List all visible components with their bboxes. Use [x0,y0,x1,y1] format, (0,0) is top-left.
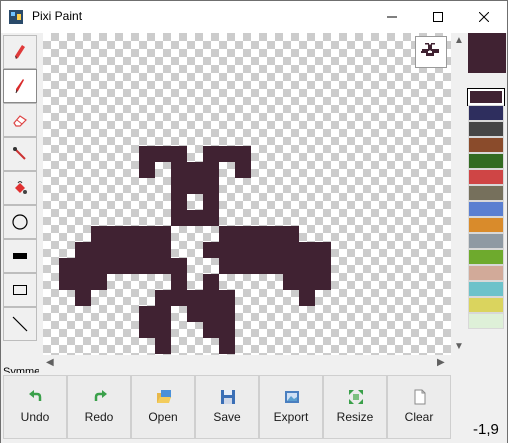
tool-circle[interactable] [3,205,37,239]
palette-swatch[interactable] [468,233,504,249]
export-button[interactable]: Export [259,375,323,439]
scroll-up-icon[interactable]: ▲ [454,35,464,46]
pen-icon [15,79,24,94]
palette-swatch[interactable] [468,153,504,169]
filled-rectangle-icon [13,253,27,259]
tool-line[interactable] [3,307,37,341]
tool-bar: Symme [1,33,39,378]
minimize-button[interactable] [369,1,415,33]
undo-icon [29,390,42,401]
clear-label: Clear [404,410,434,424]
palette-swatch[interactable] [467,88,505,106]
undo-button[interactable]: Undo [3,375,67,439]
palette-swatch[interactable] [468,217,504,233]
horizontal-scrollbar[interactable]: ◀ ▶ [43,355,451,370]
palette-swatch[interactable] [468,281,504,297]
scroll-right-icon[interactable]: ▶ [437,357,445,368]
rectangle-icon [13,285,27,295]
eyedropper-icon [13,147,26,160]
line-icon [12,316,28,332]
preview-thumbnail [415,36,447,68]
palette-swatch[interactable] [468,297,504,313]
tool-rectangle[interactable] [3,273,37,307]
palette-swatch[interactable] [468,313,504,329]
tool-pencil[interactable] [3,35,37,69]
maximize-icon [433,12,443,22]
open-folder-icon [157,390,171,403]
save-icon [221,390,235,404]
export-image-icon [285,391,299,403]
circle-icon [12,214,28,230]
fill-bucket-icon [15,181,27,194]
color-palette [466,33,507,373]
export-label: Export [273,410,309,424]
scroll-down-icon[interactable]: ▼ [454,341,464,352]
scroll-corner [451,355,466,370]
palette-swatch[interactable] [468,169,504,185]
resize-icon [349,390,363,404]
resize-button[interactable]: Resize [323,375,387,439]
app-window: Pixi Paint Symme ▲ ▼ ◀ ▶ Undo Redo Open … [0,0,508,443]
minimize-icon [387,16,397,18]
open-button[interactable]: Open [131,375,195,439]
open-label: Open [148,410,178,424]
redo-icon [94,390,107,401]
save-label: Save [213,410,241,424]
clear-button[interactable]: Clear [387,375,451,439]
cursor-coordinates: -1,9 [473,421,499,438]
palette-swatch[interactable] [468,137,504,153]
tool-filled-rectangle[interactable] [3,239,37,273]
palette-swatch[interactable] [468,201,504,217]
scroll-left-icon[interactable]: ◀ [46,357,54,368]
close-icon [479,12,489,22]
redo-label: Redo [84,410,114,424]
maximize-button[interactable] [415,1,461,33]
palette-swatch[interactable] [468,265,504,281]
tool-eyedropper[interactable] [3,137,37,171]
tool-fill-bucket[interactable] [3,171,37,205]
clear-document-icon [414,389,426,405]
undo-label: Undo [20,410,50,424]
current-color[interactable] [468,33,506,73]
palette-swatch[interactable] [468,105,504,121]
palette-swatch[interactable] [468,185,504,201]
action-bar: Undo Redo Open Save Export Resize Clear [1,373,507,443]
palette-swatch[interactable] [468,249,504,265]
tool-pen[interactable] [3,69,37,103]
close-button[interactable] [461,1,507,33]
resize-label: Resize [336,410,374,424]
eraser-icon [13,115,27,127]
redo-button[interactable]: Redo [67,375,131,439]
tool-eraser[interactable] [3,103,37,137]
title-bar: Pixi Paint [1,1,507,33]
pixel-art [59,146,331,354]
app-icon [9,10,23,24]
drawing-canvas[interactable] [43,33,451,355]
palette-swatch[interactable] [468,121,504,137]
window-title: Pixi Paint [32,9,83,23]
pencil-icon [15,45,25,59]
vertical-scrollbar[interactable]: ▲ ▼ [451,33,466,355]
save-button[interactable]: Save [195,375,259,439]
preview-image [421,43,439,56]
